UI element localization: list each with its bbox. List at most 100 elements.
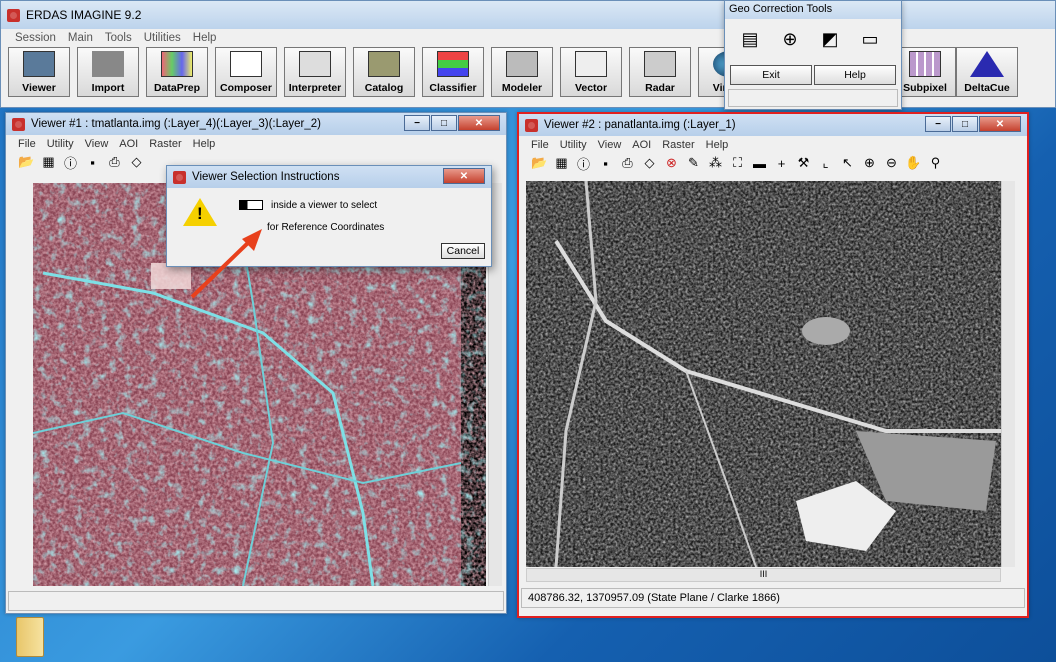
open-icon[interactable]: 📂 [18,154,35,170]
viewer-1-menubar: File Utility View AOI Raster Help [6,135,506,152]
layer-icon[interactable]: ▦ [40,154,57,170]
taskbar-folder-icon[interactable] [16,617,44,657]
v1-menu-utility[interactable]: Utility [47,138,74,150]
catalog-button[interactable]: Catalog [353,47,415,97]
vector-icon [575,51,607,77]
vector-button[interactable]: Vector [560,47,622,97]
v2-menu-file[interactable]: File [531,139,549,151]
composer-button[interactable]: Composer [215,47,277,97]
layer-icon[interactable]: ▦ [553,155,570,171]
warning-icon [183,198,217,226]
instruction-line-2: for Reference Coordinates [267,222,385,233]
hammer-icon[interactable]: ⚒ [795,155,812,171]
dialog-title-bar[interactable]: Viewer Selection Instructions ✕ [167,166,491,188]
v1-menu-aoi[interactable]: AOI [119,138,138,150]
import-button[interactable]: Import [77,47,139,97]
mouse-button-icon [239,200,263,210]
interpreter-button[interactable]: Interpreter [284,47,346,97]
v1-menu-help[interactable]: Help [193,138,216,150]
radar-button[interactable]: Radar [629,47,691,97]
maximize-button[interactable]: □ [952,116,978,132]
interpreter-icon [299,51,331,77]
pan-hand-icon[interactable]: ✋ [905,155,922,171]
menu-session[interactable]: Session [15,32,56,44]
menu-tools[interactable]: Tools [105,32,132,44]
profile-icon[interactable]: ⌞ [817,155,834,171]
eraser-icon[interactable]: ◇ [641,155,658,171]
erdas-toolbar: Viewer Import DataPrep Composer Interpre… [8,47,760,99]
geo-status-area [728,89,898,107]
v2-menu-utility[interactable]: Utility [560,139,587,151]
dataprep-button[interactable]: DataPrep [146,47,208,97]
v1-menu-file[interactable]: File [18,138,36,150]
v2-menu-raster[interactable]: Raster [662,139,694,151]
viewer-2-hscrollbar[interactable]: III [526,568,1001,582]
ruler-icon[interactable]: ▭ [857,27,883,51]
v2-menu-help[interactable]: Help [706,139,729,151]
v2-menu-aoi[interactable]: AOI [632,139,651,151]
minimize-button[interactable]: − [925,116,951,132]
info-icon[interactable]: ⓘ [575,154,592,173]
geo-help-button[interactable]: Help [814,65,896,85]
erdas-title: ERDAS IMAGINE 9.2 [26,8,142,22]
crosshair-icon[interactable]: + [773,156,790,171]
zoom-in-icon[interactable]: ⊕ [861,155,878,171]
display-icon[interactable]: ▤ [737,27,763,51]
extent-icon[interactable]: ⛶ [729,155,746,171]
deltacue-button[interactable]: DeltaCue [956,47,1018,97]
print-icon[interactable]: ⎙ [619,155,636,171]
erdas-app-icon [7,8,20,22]
rectify-icon[interactable]: ◩ [817,27,843,51]
close-button[interactable]: ✕ [979,116,1021,132]
viewer-2-statusbar: 408786.32, 1370957.09 (State Plane / Cla… [521,588,1025,608]
dialog-app-icon [173,170,186,184]
viewer-2-image[interactable] [526,181,1001,567]
menu-utilities[interactable]: Utilities [144,32,181,44]
save-icon[interactable]: ▪ [597,156,614,171]
inquire-icon[interactable]: ✎ [685,155,702,171]
radar-icon [644,51,676,77]
eraser-icon[interactable]: ◇ [128,154,145,170]
modeler-button[interactable]: Modeler [491,47,553,97]
dialog-close-button[interactable]: ✕ [443,168,485,184]
classifier-button[interactable]: Classifier [422,47,484,97]
save-icon[interactable]: ▪ [84,155,101,170]
scroll-thumb-marker[interactable]: III [760,569,768,579]
maximize-button[interactable]: □ [431,115,457,131]
subpixel-button[interactable]: Subpixel [894,47,956,97]
geo-tools-title[interactable]: Geo Correction Tools [725,1,901,19]
instruction-line-1: inside a viewer to select [271,200,378,211]
zoom-out-icon[interactable]: ⊖ [883,155,900,171]
viewer-2-title-bar[interactable]: Viewer #2 : panatlanta.img (:Layer_1) − □… [519,114,1027,136]
open-icon[interactable]: 📂 [531,155,548,171]
fit-icon[interactable]: ⁂ [707,155,724,171]
coordinate-readout: 408786.32, 1370957.09 (State Plane / Cla… [528,592,780,604]
catalog-icon [368,51,400,77]
minimize-button[interactable]: − [404,115,430,131]
viewer-2-vscrollbar[interactable] [1001,181,1015,567]
viewer-app-icon [12,117,25,131]
exit-button[interactable]: Exit [730,65,812,85]
dataprep-icon [161,51,193,77]
close-button[interactable]: ✕ [458,115,500,131]
info-icon[interactable]: ⓘ [62,153,79,172]
menu-main[interactable]: Main [68,32,93,44]
cancel-button[interactable]: Cancel [441,243,485,259]
print-icon[interactable]: ⎙ [106,154,123,170]
select-arrow-icon[interactable]: ↖ [839,155,856,171]
viewer-1-title-bar[interactable]: Viewer #1 : tmatlanta.img (:Layer_4)(:La… [6,113,506,135]
crosshair-icon[interactable]: ⊕ [777,27,803,51]
deltacue-triangle-icon [970,51,1004,77]
clear-icon[interactable]: ⊗ [663,155,680,171]
viewer-2-toolbar: 📂 ▦ ⓘ ▪ ⎙ ◇ ⊗ ✎ ⁂ ⛶ ▬ + ⚒ ⌞ ↖ ⊕ ⊖ ✋ ⚲ [519,153,1027,173]
v1-menu-raster[interactable]: Raster [149,138,181,150]
annotation-arrow-icon [190,229,262,299]
menu-help[interactable]: Help [193,32,217,44]
measure-icon[interactable]: ▬ [751,156,768,171]
v1-menu-view[interactable]: View [85,138,109,150]
viewer-button[interactable]: Viewer [8,47,70,97]
panchromatic-image-svg [526,181,1001,567]
pin-icon[interactable]: ⚲ [927,155,944,171]
subpixel-icon [909,51,941,77]
v2-menu-view[interactable]: View [598,139,622,151]
